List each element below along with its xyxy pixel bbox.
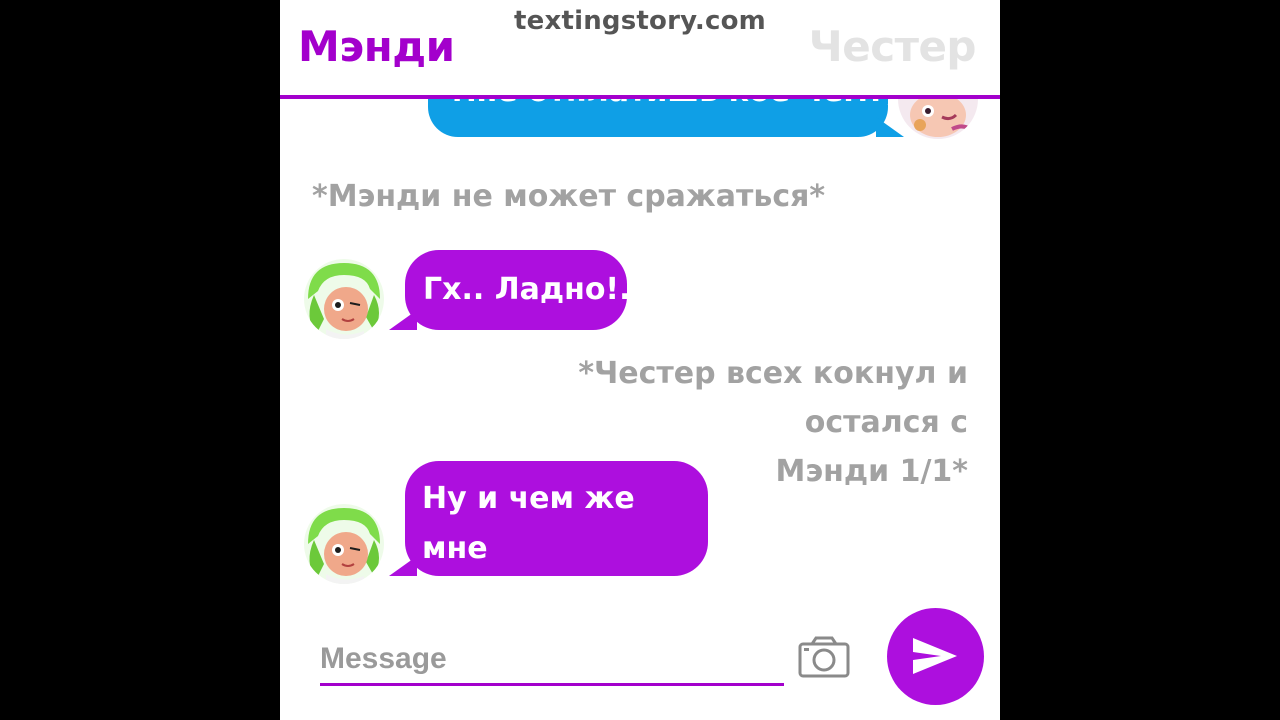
message-text: мне отплатишь кое-чем?) — [452, 99, 899, 117]
contact-name-right[interactable]: Честер — [809, 22, 977, 71]
message-bubble-left: Гх.. Ладно!.. — [389, 250, 642, 330]
message-input[interactable] — [320, 635, 784, 686]
avatar — [898, 99, 978, 139]
send-button[interactable] — [887, 608, 984, 705]
contact-name-left[interactable]: Мэнди — [298, 22, 455, 71]
message-text: Гх.. Ладно!.. — [423, 272, 642, 307]
message-line: Ну и чем же мне — [422, 481, 635, 566]
narration-text: *Мэнди не может сражаться* — [312, 179, 826, 214]
chat-screen: textingstory.com Мэнди Честер мне отплат… — [280, 0, 1000, 720]
message-bubble-left: Ну и чем же мне отплатить? — [389, 461, 708, 616]
send-icon — [913, 638, 957, 674]
camera-icon[interactable] — [798, 636, 850, 678]
message-list[interactable]: мне отплатишь кое-чем?) *Мэнди не может … — [280, 99, 1000, 625]
avatar — [304, 504, 384, 584]
narration-line: *Честер всех кокнул и остался с — [578, 356, 968, 440]
header-divider — [280, 95, 1000, 99]
composer — [280, 608, 1000, 720]
message-bubble-right: мне отплатишь кое-чем?) — [428, 99, 904, 137]
message-line: отплатить? — [422, 581, 616, 616]
avatar — [304, 259, 384, 339]
